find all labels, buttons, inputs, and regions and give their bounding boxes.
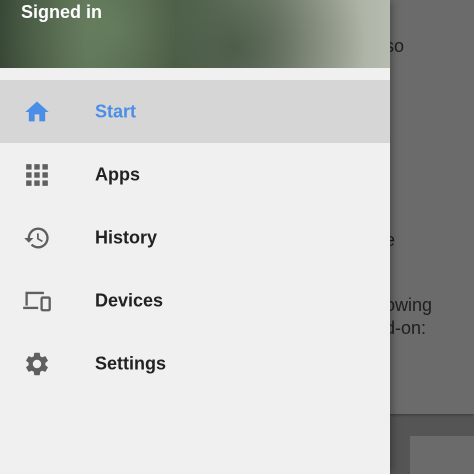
nav-item-label: Apps — [95, 164, 140, 184]
nav-item-devices[interactable]: Devices — [0, 269, 390, 332]
home-icon — [22, 97, 52, 127]
devices-icon — [22, 286, 52, 316]
nav-item-start[interactable]: Start — [0, 80, 390, 143]
background-text: owing — [385, 295, 433, 315]
navigation-drawer: Signed in Start Apps History Devices Set… — [0, 0, 390, 474]
nav-item-settings[interactable]: Settings — [0, 332, 390, 395]
nav-item-label: Start — [95, 101, 137, 121]
background-text: d-on: — [385, 318, 427, 338]
gear-icon — [22, 349, 52, 379]
nav-item-history[interactable]: History — [0, 206, 390, 269]
drawer-header: Signed in — [0, 0, 390, 68]
background-card-bottom — [410, 436, 474, 474]
nav-item-apps[interactable]: Apps — [0, 143, 390, 206]
nav-item-label: Settings — [95, 353, 167, 373]
history-icon — [22, 223, 52, 253]
nav-item-label: History — [95, 227, 158, 247]
nav-list: Start Apps History Devices Settings — [0, 80, 390, 395]
account-status: Signed in — [21, 2, 102, 22]
nav-item-label: Devices — [95, 290, 164, 310]
apps-grid-icon — [22, 160, 52, 190]
